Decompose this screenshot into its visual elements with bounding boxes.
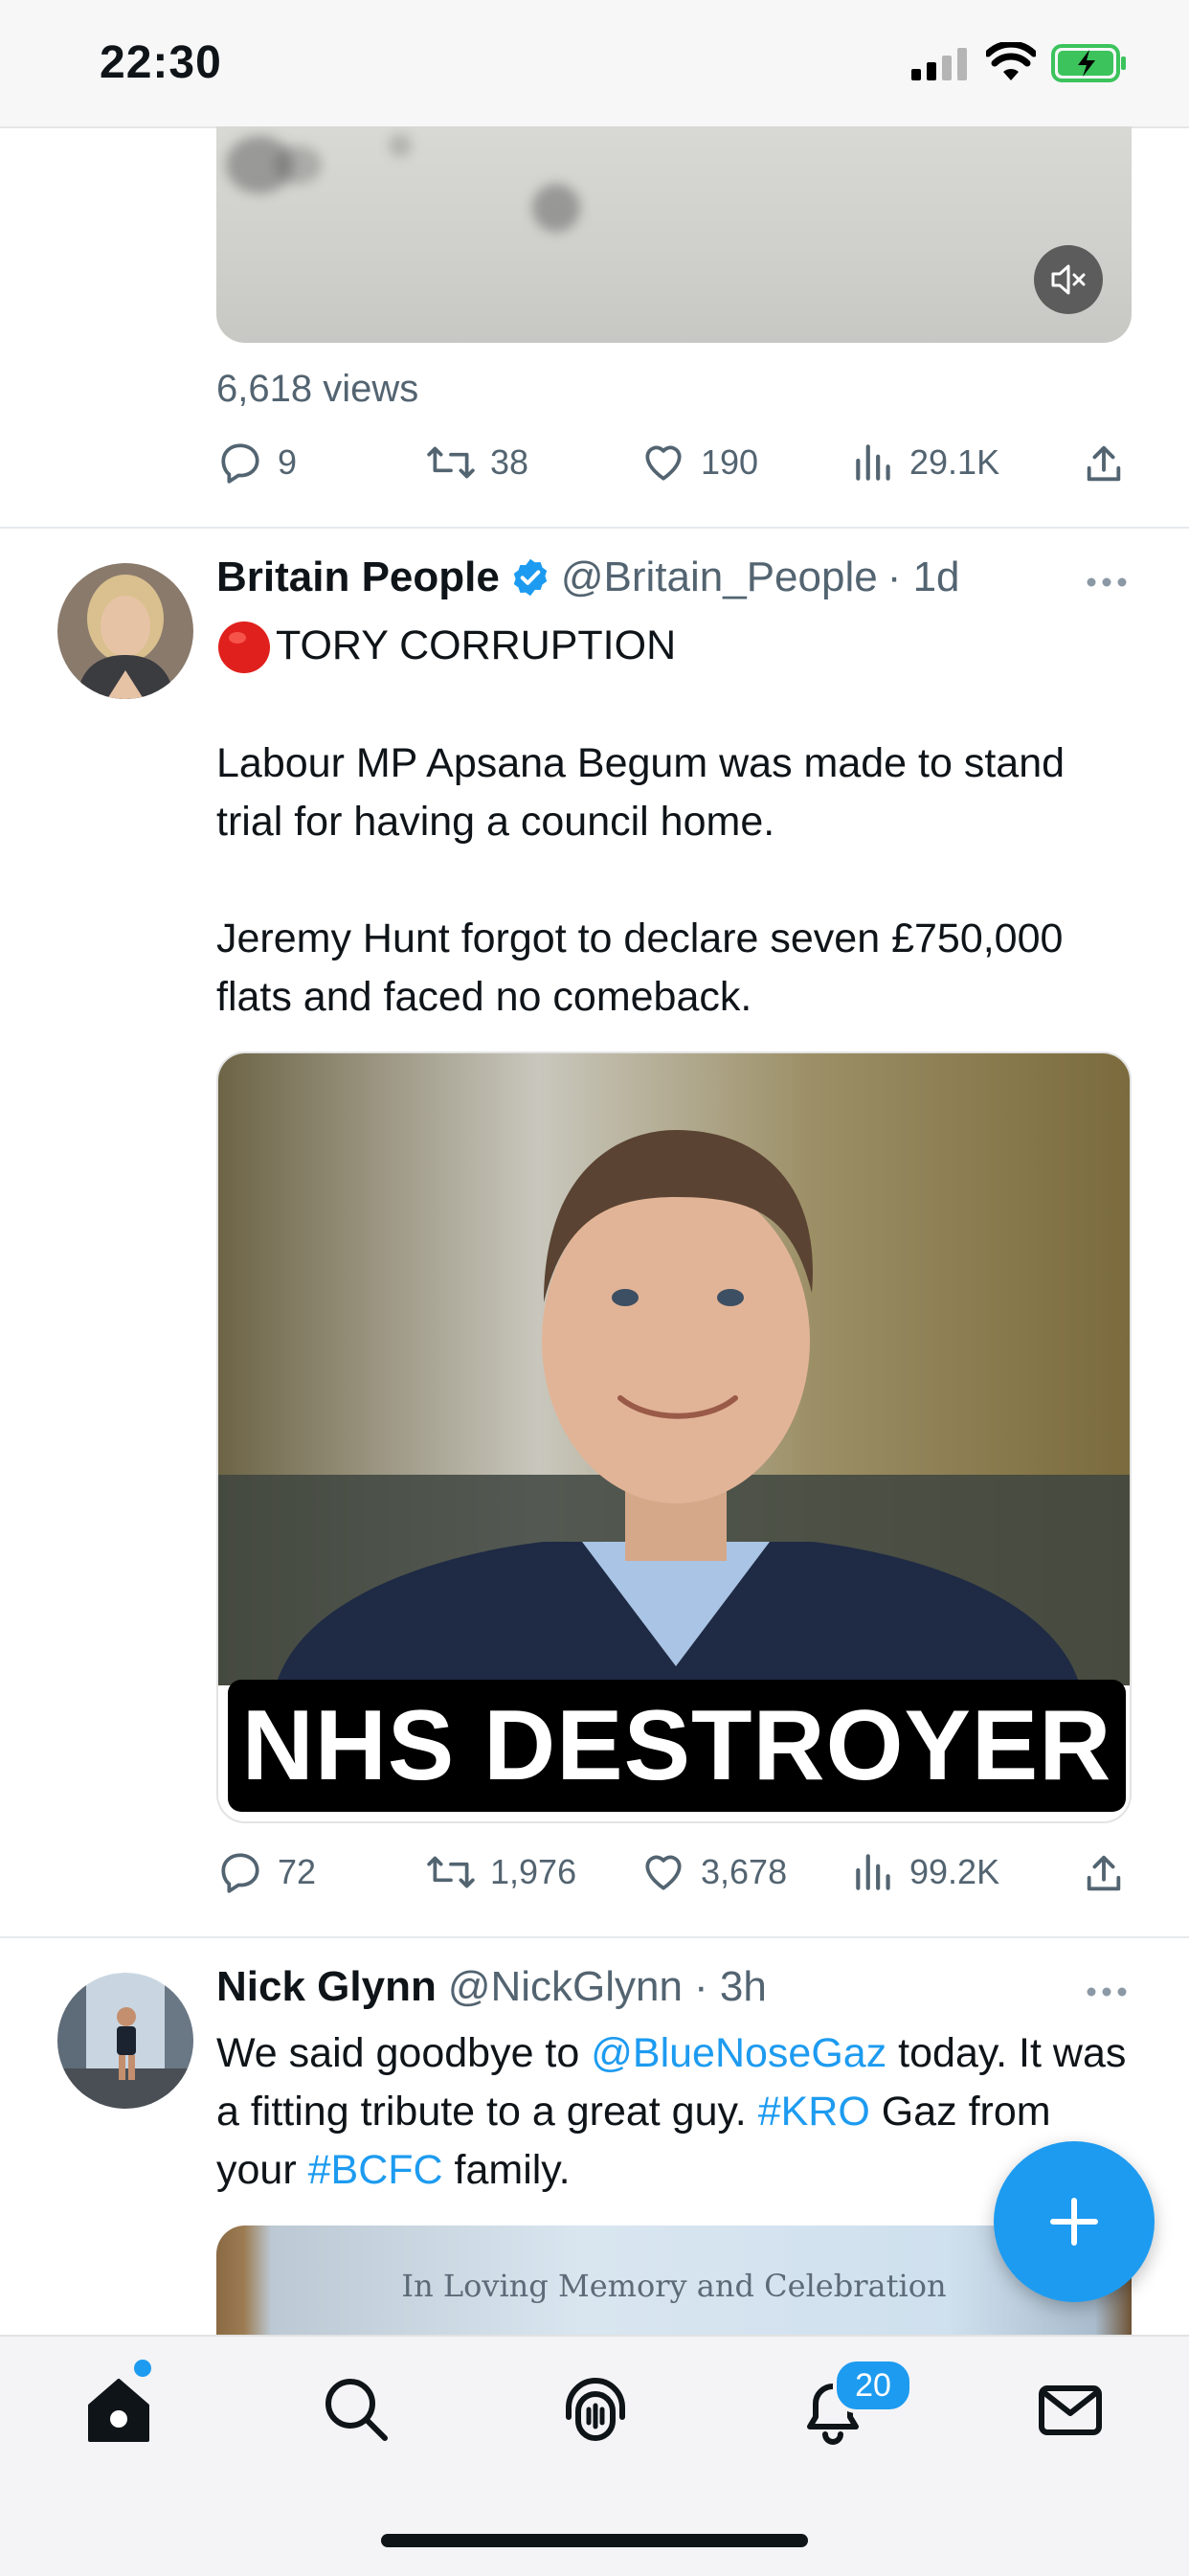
display-name[interactable]: Britain People (216, 554, 500, 601)
tweet-body: We said goodbye to @BlueNoseGaz today. I… (216, 2024, 1135, 2200)
tweet-divider (0, 1936, 1189, 1938)
mute-button[interactable] (1034, 245, 1103, 314)
view-count-text: 6,618 views (216, 368, 419, 410)
home-unread-dot (134, 2360, 151, 2377)
speaker-muted-icon (1051, 264, 1086, 295)
cellular-signal-icon (911, 48, 967, 80)
view-count: 99.2K (909, 1852, 1000, 1891)
plus-icon (1050, 2198, 1098, 2246)
tweet-video[interactable] (216, 126, 1132, 343)
messages-icon[interactable] (1032, 2371, 1109, 2448)
notification-badge: 20 (833, 2358, 913, 2413)
spaces-icon[interactable] (557, 2371, 634, 2448)
reply-count: 9 (278, 442, 298, 482)
tweet-image[interactable]: NHS DESTROYER (216, 1051, 1132, 1823)
portrait-photo (218, 1053, 1130, 1685)
analytics-icon (856, 1854, 890, 1890)
retweet-count: 38 (490, 442, 529, 482)
tweet-text: family. (442, 2147, 571, 2193)
home-icon[interactable] (80, 2371, 157, 2448)
reply-icon (221, 1853, 259, 1893)
retweet-button[interactable]: 1,976 (425, 1848, 576, 1896)
image-text: In Loving Memory and Celebration (401, 2268, 947, 2304)
tweet-time: · 1d (886, 554, 960, 600)
retweet-button[interactable]: 38 (425, 439, 528, 486)
reply-button[interactable]: 72 (216, 1848, 316, 1896)
more-options-icon[interactable] (1086, 576, 1128, 588)
reply-button[interactable]: 9 (216, 439, 297, 486)
views-button[interactable]: 29.1K (852, 439, 999, 486)
views-button[interactable]: 99.2K (852, 1848, 999, 1896)
wifi-icon (986, 42, 1036, 80)
tweet-text: TORY CORRUPTION Labour MP Apsana Begum w… (216, 622, 1066, 1020)
heart-icon (645, 1855, 682, 1890)
view-count: 29.1K (909, 442, 1000, 482)
avatar[interactable] (57, 1973, 193, 2109)
tweet-text: We said goodbye to (216, 2030, 592, 2076)
reply-count: 72 (278, 1852, 317, 1891)
compose-tweet-button[interactable] (994, 2141, 1155, 2302)
tweet-header: Britain People @Britain_People · 1d (216, 554, 960, 601)
retweet-icon (427, 1856, 475, 1888)
home-indicator (381, 2534, 808, 2547)
tweet-body: TORY CORRUPTION Labour MP Apsana Begum w… (216, 617, 1078, 1027)
avatar[interactable] (57, 563, 193, 699)
verified-badge-icon (513, 558, 548, 597)
search-icon[interactable] (318, 2371, 394, 2448)
display-name[interactable]: Nick Glynn (216, 1963, 437, 2011)
user-handle[interactable]: @Britain_People (561, 554, 878, 601)
status-time: 22:30 (100, 37, 222, 88)
image-caption: NHS DESTROYER (228, 1680, 1126, 1812)
share-icon[interactable] (1082, 1852, 1126, 1896)
tweet-time: · 3h (694, 1963, 767, 2010)
hashtag-link[interactable]: #KRO (758, 2089, 870, 2135)
like-count: 190 (701, 442, 759, 482)
tweet-image[interactable]: In Loving Memory and Celebration (216, 2226, 1132, 2340)
like-button[interactable]: 3,678 (639, 1848, 787, 1896)
heart-icon (645, 445, 682, 481)
retweet-icon (427, 446, 475, 479)
retweet-count: 1,976 (490, 1852, 577, 1891)
reply-icon (221, 443, 259, 484)
analytics-icon (856, 444, 890, 481)
more-options-icon[interactable] (1086, 1986, 1128, 1998)
mention-link[interactable]: @BlueNoseGaz (591, 2030, 886, 2076)
like-button[interactable]: 190 (639, 439, 758, 486)
tweet-header: Nick Glynn @NickGlynn · 3h (216, 1963, 767, 2011)
tweet-divider (0, 527, 1189, 529)
red-circle-icon (216, 617, 276, 676)
like-count: 3,678 (701, 1852, 788, 1891)
hashtag-link[interactable]: #BCFC (308, 2147, 443, 2193)
battery-charging-icon (1051, 44, 1126, 82)
share-icon[interactable] (1082, 442, 1126, 486)
user-handle[interactable]: @NickGlynn (448, 1963, 683, 2011)
